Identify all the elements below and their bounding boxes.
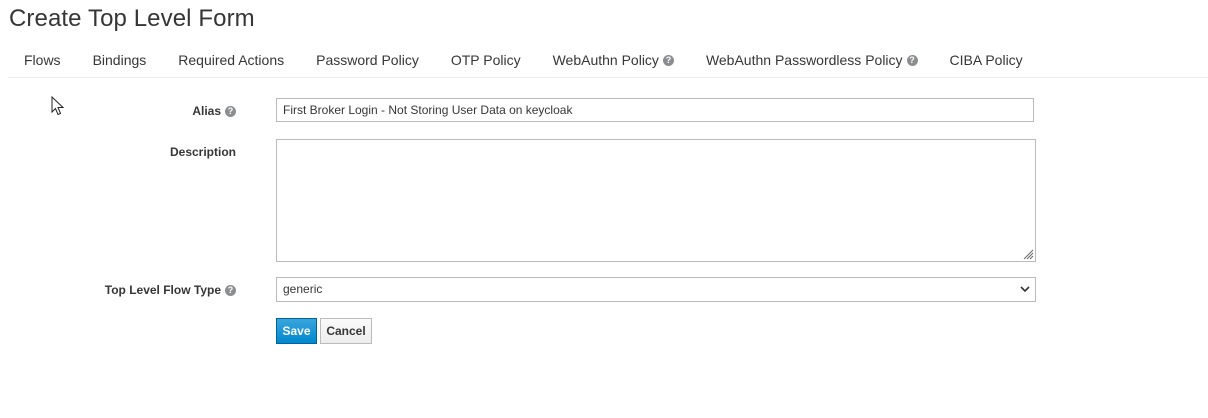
- resize-grip-icon[interactable]: [1022, 248, 1034, 260]
- flow-type-label-text: Top Level Flow Type: [104, 283, 221, 297]
- help-icon[interactable]: ?: [906, 55, 918, 66]
- tab-label: Flows: [24, 52, 61, 68]
- alias-label-text: Alias: [192, 104, 221, 118]
- tab-otp-policy[interactable]: OTP Policy: [435, 46, 537, 76]
- tab-webauthn-passwordless-policy[interactable]: WebAuthn Passwordless Policy ?: [690, 46, 934, 76]
- flow-type-select[interactable]: generic: [276, 277, 1036, 302]
- tab-label: Password Policy: [316, 52, 419, 68]
- help-icon[interactable]: ?: [662, 55, 674, 66]
- tab-ciba-policy[interactable]: CIBA Policy: [934, 46, 1039, 76]
- page: Create Top Level Form Flows Bindings Req…: [0, 0, 1208, 418]
- tab-required-actions[interactable]: Required Actions: [162, 46, 300, 76]
- description-textarea[interactable]: [276, 139, 1036, 262]
- tab-label: WebAuthn Passwordless Policy: [705, 52, 903, 68]
- tab-label: WebAuthn Policy: [552, 52, 659, 68]
- alias-input-value: First Broker Login - Not Storing User Da…: [283, 103, 573, 117]
- save-button[interactable]: Save: [276, 318, 317, 344]
- chevron-down-icon: [1020, 286, 1030, 293]
- flow-type-selected-value: generic: [283, 282, 323, 296]
- description-label: Description: [170, 145, 236, 159]
- tab-flows[interactable]: Flows: [8, 46, 77, 76]
- tab-webauthn-policy[interactable]: WebAuthn Policy ?: [537, 46, 690, 76]
- alias-input[interactable]: First Broker Login - Not Storing User Da…: [276, 98, 1034, 122]
- tab-label: CIBA Policy: [949, 52, 1023, 68]
- tab-label: Bindings: [92, 52, 147, 68]
- mouse-pointer-icon: [51, 96, 65, 116]
- description-label-text: Description: [169, 145, 236, 159]
- tab-password-policy[interactable]: Password Policy: [300, 46, 435, 76]
- flow-type-label: Top Level Flow Type ?: [105, 283, 236, 297]
- alias-label: Alias ?: [192, 104, 236, 118]
- cancel-button[interactable]: Cancel: [320, 318, 372, 344]
- tab-label: OTP Policy: [450, 52, 521, 68]
- tab-bar: Flows Bindings Required Actions Password…: [8, 46, 1208, 78]
- help-icon[interactable]: ?: [225, 105, 236, 117]
- tab-bindings[interactable]: Bindings: [77, 46, 163, 76]
- tab-label: Required Actions: [178, 52, 285, 68]
- help-icon[interactable]: ?: [225, 284, 236, 296]
- page-title: Create Top Level Form: [9, 5, 255, 32]
